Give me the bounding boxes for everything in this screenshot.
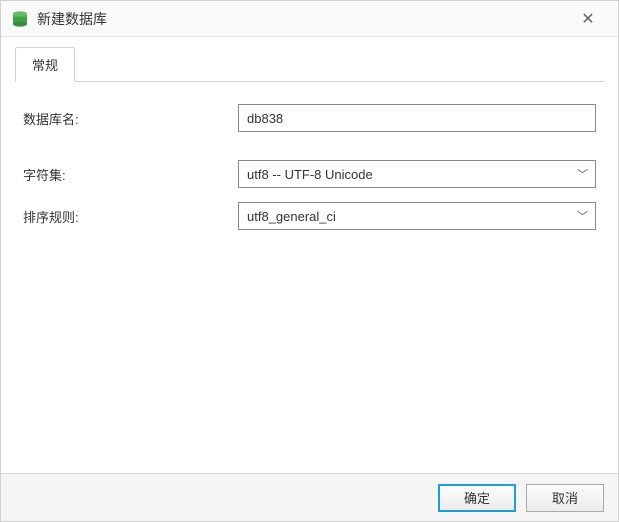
charset-label: 字符集: bbox=[23, 165, 238, 184]
tab-general-label: 常规 bbox=[32, 58, 58, 73]
dialog-body: 常规 数据库名: 字符集: utf8 -- UTF-8 Unicode ﹀ 排序… bbox=[1, 37, 618, 473]
collation-select[interactable]: utf8_general_ci bbox=[238, 202, 596, 230]
db-name-input[interactable] bbox=[238, 104, 596, 132]
dialog-footer: 确定 取消 bbox=[1, 473, 618, 521]
row-charset: 字符集: utf8 -- UTF-8 Unicode ﹀ bbox=[23, 160, 596, 188]
form-area: 数据库名: 字符集: utf8 -- UTF-8 Unicode ﹀ 排序规则:… bbox=[15, 82, 604, 230]
titlebar: 新建数据库 ✕ bbox=[1, 1, 618, 37]
cancel-button-label: 取消 bbox=[552, 491, 578, 506]
db-name-label: 数据库名: bbox=[23, 109, 238, 128]
close-icon: ✕ bbox=[581, 9, 594, 29]
charset-select[interactable]: utf8 -- UTF-8 Unicode bbox=[238, 160, 596, 188]
ok-button[interactable]: 确定 bbox=[438, 484, 516, 512]
collation-label: 排序规则: bbox=[23, 207, 238, 226]
ok-button-label: 确定 bbox=[464, 491, 490, 506]
row-db-name: 数据库名: bbox=[23, 104, 596, 132]
tab-general[interactable]: 常规 bbox=[15, 47, 75, 82]
database-icon bbox=[11, 10, 29, 28]
window-title: 新建数据库 bbox=[37, 9, 568, 29]
tab-bar: 常规 bbox=[15, 47, 604, 82]
charset-select-wrap: utf8 -- UTF-8 Unicode ﹀ bbox=[238, 160, 596, 188]
row-collation: 排序规则: utf8_general_ci ﹀ bbox=[23, 202, 596, 230]
collation-select-wrap: utf8_general_ci ﹀ bbox=[238, 202, 596, 230]
close-button[interactable]: ✕ bbox=[568, 1, 608, 36]
cancel-button[interactable]: 取消 bbox=[526, 484, 604, 512]
new-database-dialog: 新建数据库 ✕ 常规 数据库名: 字符集: utf8 -- UTF-8 Unic… bbox=[0, 0, 619, 522]
